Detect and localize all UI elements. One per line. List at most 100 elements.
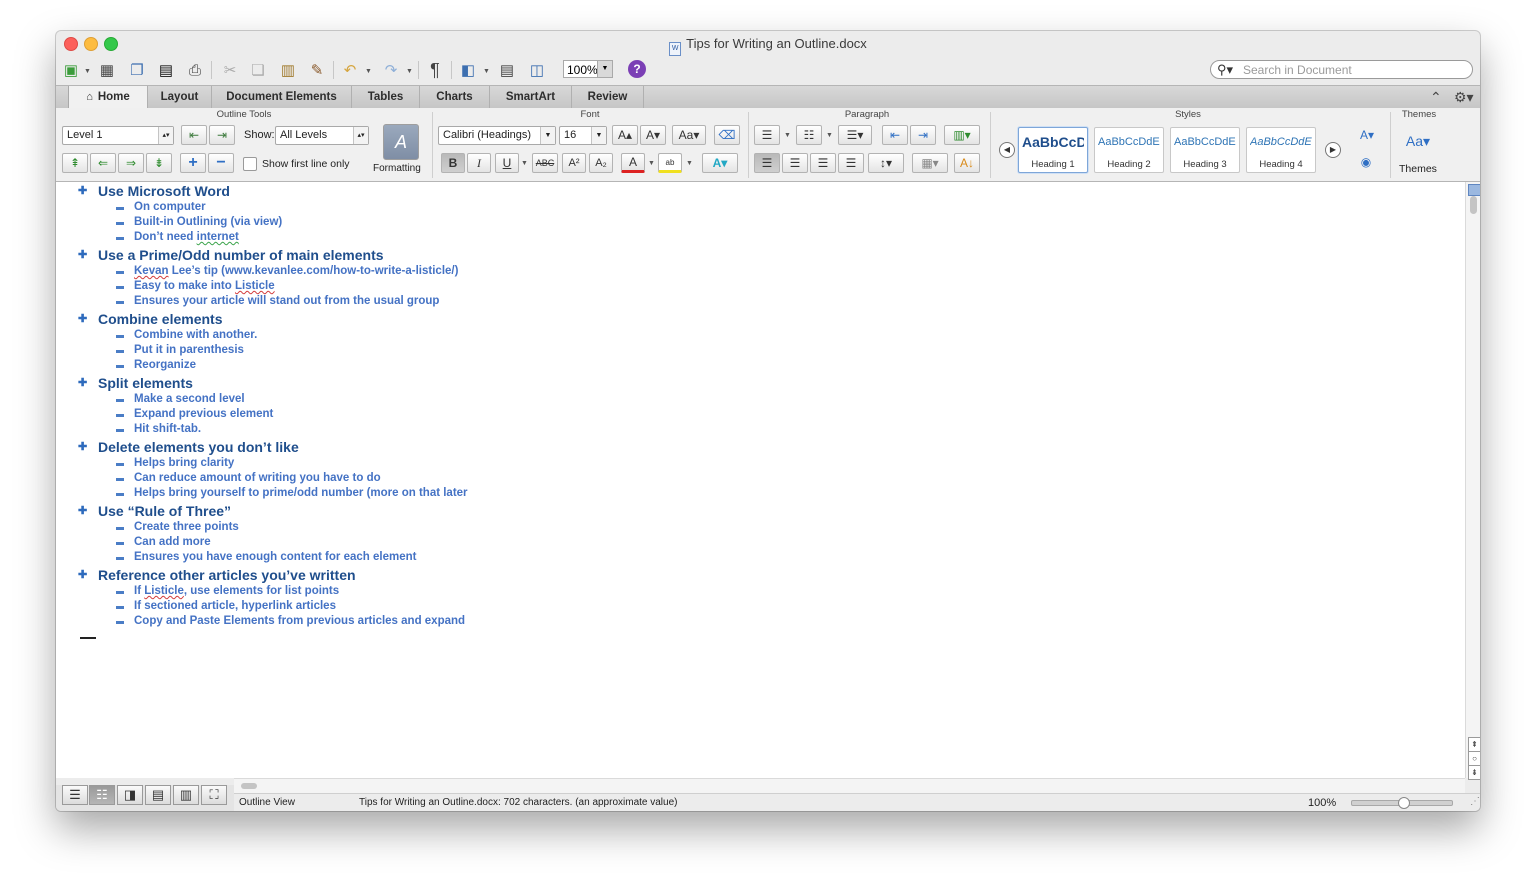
demote-icon[interactable]: ⇥	[209, 125, 235, 145]
save-icon[interactable]: ▤	[155, 59, 177, 81]
promote-icon[interactable]: ⇤	[181, 125, 207, 145]
show-formatting-button[interactable]: A	[383, 124, 419, 160]
style-heading-3[interactable]: AaBbCcDdEe Heading 3	[1170, 127, 1240, 173]
outline-heading-text[interactable]: Use “Rule of Three”	[98, 503, 231, 519]
outline-heading-text[interactable]: Reference other articles you’ve written	[98, 567, 356, 583]
sidebar-icon[interactable]: ◧	[457, 59, 479, 81]
font-color-icon[interactable]: A	[621, 153, 645, 173]
outline-heading-text[interactable]: Combine elements	[98, 311, 222, 327]
redo-dropdown-icon[interactable]: ▼	[406, 68, 413, 75]
underline-button[interactable]: U	[495, 153, 519, 173]
grow-font-icon[interactable]: A▴	[612, 125, 638, 145]
bullets-icon[interactable]: ☰	[754, 125, 780, 145]
manage-styles-icon[interactable]: A▾	[1352, 125, 1382, 145]
previous-page-icon[interactable]: ⇞	[1468, 737, 1480, 752]
show-paragraph-marks-icon[interactable]: ¶	[424, 59, 446, 81]
line-spacing-icon[interactable]: ↕▾	[868, 153, 904, 173]
focus-view-icon[interactable]: ⛶	[201, 785, 227, 805]
toolbox-icon[interactable]: ◫	[526, 59, 548, 81]
highlight-icon[interactable]: ab	[658, 153, 682, 173]
outline-subitem-text[interactable]: If Listicle, use elements for list point…	[134, 585, 339, 597]
vertical-scroll-thumb[interactable]	[1470, 196, 1477, 214]
spelling-mark[interactable]: internet	[197, 231, 239, 243]
horizontal-scrollbar[interactable]	[234, 778, 1465, 793]
tab-document-elements[interactable]: Document Elements	[212, 86, 352, 108]
collapse-ribbon-icon[interactable]: ⌃	[1430, 89, 1442, 106]
outline-subitem-text[interactable]: Don’t need internet	[134, 231, 239, 243]
search-icon[interactable]: ⚲▾	[1217, 62, 1233, 78]
spelling-mark[interactable]: Listicle	[235, 280, 275, 292]
ribbon-settings-icon[interactable]: ⚙▾	[1454, 89, 1474, 106]
outline-subitem-text[interactable]: Can reduce amount of writing you have to…	[134, 472, 381, 484]
outline-subitem-text[interactable]: Ensures your article will stand out from…	[134, 295, 439, 307]
vertical-scrollbar[interactable]: ⇞ ○ ⇟	[1465, 182, 1480, 780]
style-heading-4[interactable]: AaBbCcDdEe Heading 4	[1246, 127, 1316, 173]
outline-subitem-text[interactable]: Can add more	[134, 536, 211, 548]
show-levels-select[interactable]: All Levels ▴▾	[275, 126, 369, 145]
tab-smartart[interactable]: SmartArt	[490, 86, 572, 108]
outline-subitem-text[interactable]: Expand previous element	[134, 408, 273, 420]
highlight-dropdown-icon[interactable]: ▼	[686, 160, 693, 167]
strikethrough-button[interactable]: ABC	[532, 153, 558, 173]
bullets-dropdown-icon[interactable]: ▼	[784, 132, 791, 139]
document-area[interactable]: ✚ Use Microsoft Word On computer Built-in O…	[56, 182, 1465, 778]
outline-subitem-text[interactable]: Put it in parenthesis	[134, 344, 244, 356]
increase-indent-icon[interactable]: ⇥	[910, 125, 936, 145]
format-painter-icon[interactable]: ✎	[306, 59, 328, 81]
horizontal-scroll-thumb[interactable]	[241, 783, 257, 789]
font-name-select[interactable]: Calibri (Headings) ▼	[438, 126, 556, 145]
subscript-icon[interactable]: A₂	[589, 153, 613, 173]
tab-charts[interactable]: Charts	[420, 86, 490, 108]
zoom-slider-knob[interactable]	[1398, 797, 1410, 809]
numbering-dropdown-icon[interactable]: ▼	[826, 132, 833, 139]
publishing-layout-icon[interactable]: ◨	[117, 785, 143, 805]
columns-icon[interactable]: ▥▾	[944, 125, 980, 145]
outline-subitem-text[interactable]: Kevan Lee’s tip (www.kevanlee.com/how-to…	[134, 265, 458, 277]
zoom-field[interactable]: 100% ▼	[563, 60, 613, 78]
style-heading-1[interactable]: AaBbCcDdEe Heading 1	[1018, 127, 1088, 173]
outline-level-select[interactable]: Level 1 ▴▾	[62, 126, 174, 145]
cut-icon[interactable]: ✂	[219, 59, 241, 81]
tab-review[interactable]: Review	[572, 86, 644, 108]
outline-expand-icon[interactable]: ✚	[78, 314, 88, 325]
print-layout-icon[interactable]: ▤	[145, 785, 171, 805]
style-heading-2[interactable]: AaBbCcDdEe Heading 2	[1094, 127, 1164, 173]
print-icon[interactable]: ⎙	[184, 59, 206, 81]
help-icon[interactable]: ?	[628, 60, 646, 78]
undo-dropdown-icon[interactable]: ▼	[365, 68, 372, 75]
numbering-icon[interactable]: ☷	[796, 125, 822, 145]
change-case-icon[interactable]: Aa▾	[672, 125, 706, 145]
clear-formatting-icon[interactable]: ⌫	[714, 125, 740, 145]
status-word-count[interactable]: Tips for Writing an Outline.docx: 702 ch…	[359, 797, 677, 808]
outline-heading-text[interactable]: Delete elements you don’t like	[98, 439, 299, 455]
outline-subitem-text[interactable]: If sectioned article, hyperlink articles	[134, 600, 336, 612]
expand-icon[interactable]: +	[180, 153, 206, 173]
outline-subitem-text[interactable]: Combine with another.	[134, 329, 257, 341]
demote-to-body-icon[interactable]: ⇟	[146, 153, 172, 173]
redo-icon[interactable]: ↷	[380, 59, 402, 81]
outline-expand-icon[interactable]: ✚	[78, 378, 88, 389]
outline-subitem-text[interactable]: On computer	[134, 201, 206, 213]
outline-expand-icon[interactable]: ✚	[78, 442, 88, 453]
font-color-dropdown-icon[interactable]: ▼	[648, 160, 655, 167]
themes-icon[interactable]: Aa▾	[1398, 126, 1438, 156]
outline-expand-icon[interactable]: ✚	[78, 250, 88, 261]
italic-button[interactable]: I	[467, 153, 491, 173]
shrink-font-icon[interactable]: A▾	[640, 125, 666, 145]
promote-to-heading-icon[interactable]: ⇞	[62, 153, 88, 173]
font-size-select[interactable]: 16 ▼	[559, 126, 607, 145]
underline-dropdown-icon[interactable]: ▼	[521, 160, 528, 167]
gallery-icon[interactable]: ▤	[496, 59, 518, 81]
collapse-icon[interactable]: −	[208, 153, 234, 173]
undo-icon[interactable]: ↶	[339, 59, 361, 81]
decrease-indent-icon[interactable]: ⇤	[882, 125, 908, 145]
bold-button[interactable]: B	[441, 153, 465, 173]
styles-pane-icon[interactable]: ◉	[1354, 152, 1378, 172]
outline-subitem-text[interactable]: Make a second level	[134, 393, 245, 405]
outline-subitem-text[interactable]: Built-in Outlining (via view)	[134, 216, 282, 228]
outline-subitem-text[interactable]: Easy to make into Listicle	[134, 280, 275, 292]
paste-icon[interactable]: ▥	[277, 59, 299, 81]
align-right-icon[interactable]: ☰	[810, 153, 836, 173]
templates-icon[interactable]: ▦	[96, 59, 118, 81]
sidebar-dropdown-icon[interactable]: ▼	[483, 68, 490, 75]
